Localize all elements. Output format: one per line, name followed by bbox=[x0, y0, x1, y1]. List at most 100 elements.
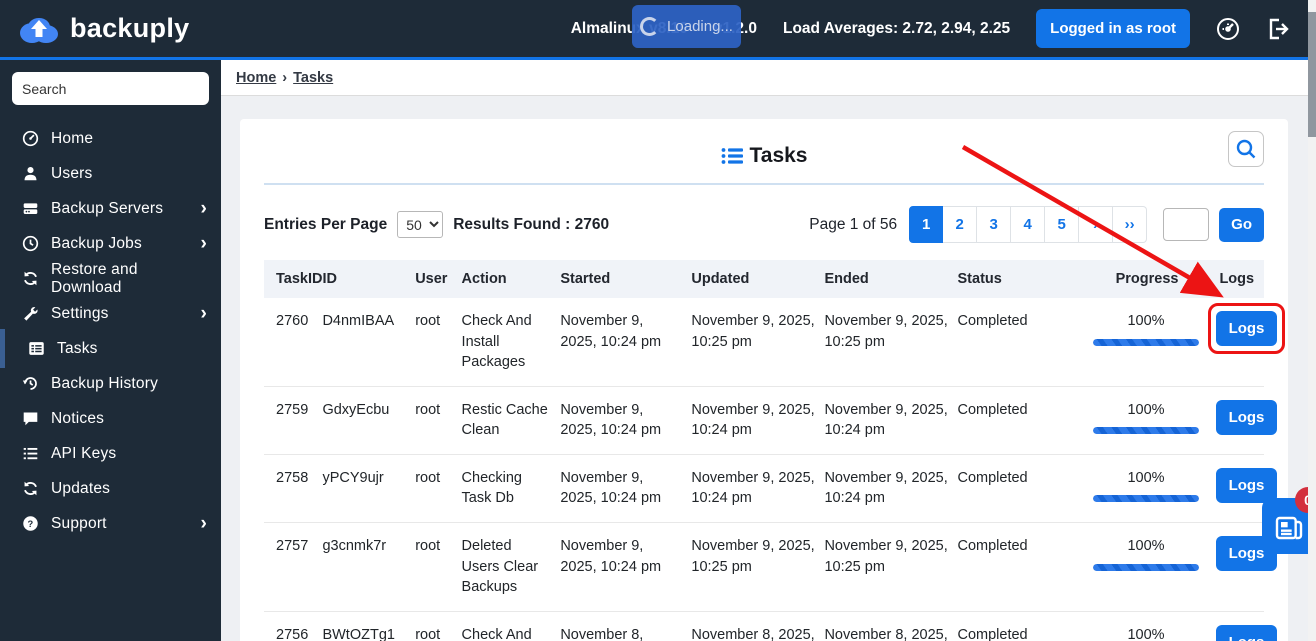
column-header-id: ID bbox=[322, 260, 416, 298]
cell-status: Completed bbox=[957, 626, 1028, 641]
pagination-page-3[interactable]: 3 bbox=[977, 206, 1012, 243]
header-divider bbox=[264, 183, 1264, 185]
scrollbar-thumb[interactable] bbox=[1308, 12, 1316, 137]
sidebar-item-label: Restore and Download bbox=[51, 260, 138, 296]
sidebar-item-label: Notices bbox=[51, 409, 105, 427]
cell-action: Deleted Users Clear Backups bbox=[461, 522, 561, 612]
column-header-status: Status bbox=[957, 260, 1085, 298]
cell-id: g3cnmk7r bbox=[322, 522, 416, 612]
logged-in-button[interactable]: Logged in as root bbox=[1036, 9, 1190, 48]
sidebar-item-backup-history[interactable]: Backup History bbox=[0, 366, 221, 401]
sidebar-item-label: Updates bbox=[51, 479, 111, 497]
cell-action: Check And Install Packages bbox=[461, 626, 532, 641]
results-found-label: Results Found : 2760 bbox=[453, 215, 610, 233]
sidebar-item-backup-jobs[interactable]: Backup Jobs › bbox=[0, 226, 221, 261]
sidebar-item-support[interactable]: ? Support › bbox=[0, 506, 221, 541]
progress-bar-fill bbox=[1093, 495, 1200, 503]
sidebar-item-tasks[interactable]: Tasks bbox=[0, 329, 221, 368]
column-header-progress: Progress bbox=[1084, 260, 1216, 298]
cell-ended: November 9, 2025, 10:25 pm bbox=[824, 298, 958, 387]
go-button[interactable]: Go bbox=[1219, 207, 1264, 242]
sidebar-item-api-keys[interactable]: API Keys bbox=[0, 436, 221, 471]
sidebar: Home Users Backup Servers › Backup Jobs › Rest… bbox=[0, 60, 221, 641]
cell-started: November 9, 2025, 10:24 pm bbox=[560, 522, 692, 612]
column-header-user: User bbox=[415, 260, 462, 298]
cell-action: Check And Install Packages bbox=[461, 298, 561, 387]
cell-status: Completed bbox=[957, 454, 1085, 524]
sidebar-item-label: API Keys bbox=[51, 444, 117, 462]
sidebar-item-label: Support bbox=[51, 514, 107, 532]
top-navbar: backuply Almalinux v8.10 v1.2.0 Load Ave… bbox=[0, 0, 1316, 60]
cell-action: Checking Task Db bbox=[461, 454, 561, 524]
cell-status: Completed bbox=[957, 386, 1085, 455]
sidebar-item-updates[interactable]: Updates bbox=[0, 471, 221, 506]
progress-percent: 100% bbox=[1127, 538, 1165, 555]
clock-icon bbox=[22, 235, 39, 252]
sidebar-item-users[interactable]: Users bbox=[0, 156, 221, 191]
sidebar-item-label: Settings bbox=[51, 304, 109, 322]
sidebar-item-notices[interactable]: Notices bbox=[0, 401, 221, 436]
pagination-page-5[interactable]: 5 bbox=[1045, 206, 1080, 243]
cell-progress: 100% bbox=[1084, 522, 1216, 612]
main-content: Home › Tasks Tasks Entries Per Page 50 R… bbox=[221, 60, 1316, 641]
search-input[interactable] bbox=[12, 72, 209, 105]
table-header-row: TaskID ID User Action Started Updated Ended Sta… bbox=[264, 260, 1264, 298]
pagination: Page 1 of 56 1 2 3 4 5 › ›› Go bbox=[809, 206, 1264, 243]
logs-button[interactable]: Logs bbox=[1207, 303, 1286, 354]
cell-status: Completed bbox=[957, 522, 1085, 612]
column-header-started: Started bbox=[560, 260, 692, 298]
backuply-logo-icon bbox=[16, 13, 62, 45]
server-icon bbox=[22, 200, 39, 217]
table-search-button[interactable] bbox=[1228, 131, 1264, 167]
pagination-page-1[interactable]: 1 bbox=[909, 206, 944, 243]
cell-id: BWtOZTg1 bbox=[322, 626, 395, 641]
logs-button[interactable]: Logs bbox=[1215, 624, 1278, 641]
brand[interactable]: backuply bbox=[16, 13, 189, 45]
loading-toast: Loading... bbox=[632, 5, 741, 48]
cell-ended: November 9, 2025, 10:24 pm bbox=[824, 454, 958, 524]
progress-bar-fill bbox=[1093, 563, 1200, 571]
cell-started: November 9, 2025, 10:24 pm bbox=[560, 386, 692, 455]
sidebar-item-backup-servers[interactable]: Backup Servers › bbox=[0, 191, 221, 226]
spinner-icon bbox=[640, 17, 660, 36]
chevron-right-icon: › bbox=[200, 233, 207, 254]
pagination-last-button[interactable]: ›› bbox=[1113, 206, 1148, 243]
cell-status: Completed bbox=[957, 298, 1085, 387]
cell-started: November 8, 2025, 10:24 pm bbox=[560, 626, 644, 641]
tasks-card: Tasks Entries Per Page 50 Results Found … bbox=[240, 119, 1288, 641]
sidebar-item-home[interactable]: Home bbox=[0, 121, 221, 156]
breadcrumb-home-link[interactable]: Home bbox=[236, 70, 276, 86]
cell-logs: Logs bbox=[1215, 611, 1278, 641]
cell-ended: November 8, 2025, 10:25 pm bbox=[824, 626, 948, 641]
cell-task-id: 2756 bbox=[276, 626, 309, 641]
cell-progress: 100% bbox=[1084, 386, 1216, 455]
cell-progress: 100% bbox=[1084, 454, 1216, 524]
cell-ended: November 9, 2025, 10:24 pm bbox=[824, 386, 958, 455]
cell-task-id: 2760 bbox=[264, 298, 323, 387]
goto-page-input[interactable] bbox=[1163, 208, 1210, 241]
pagination-page-2[interactable]: 2 bbox=[943, 206, 978, 243]
gauge-icon[interactable] bbox=[1216, 17, 1240, 41]
cell-updated: November 9, 2025, 10:24 pm bbox=[691, 386, 825, 455]
entries-per-page-select[interactable]: 50 bbox=[397, 211, 444, 238]
pagination-page-4[interactable]: 4 bbox=[1011, 206, 1046, 243]
cell-task-id: 2757 bbox=[264, 522, 323, 612]
table-row: 2756 BWtOZTg1 root Check And Install Packag… bbox=[264, 611, 1278, 641]
tasks-icon bbox=[28, 340, 45, 357]
cell-user: root bbox=[415, 386, 462, 455]
progress-bar-fill bbox=[1093, 338, 1200, 346]
sidebar-item-restore-and-download[interactable]: Restore and Download bbox=[0, 261, 221, 296]
chevron-right-icon: › bbox=[200, 303, 207, 324]
cell-task-id: 2758 bbox=[264, 454, 323, 524]
breadcrumb-current-link[interactable]: Tasks bbox=[293, 70, 333, 86]
logout-icon[interactable] bbox=[1266, 17, 1290, 41]
progress-percent: 100% bbox=[1127, 469, 1165, 486]
column-header-taskid: TaskID bbox=[264, 260, 322, 298]
sidebar-item-label: Backup Servers bbox=[51, 199, 164, 217]
cell-logs: Logs bbox=[1215, 522, 1278, 612]
pagination-next-button[interactable]: › bbox=[1079, 206, 1114, 243]
logs-button[interactable]: Logs bbox=[1215, 399, 1278, 435]
sidebar-item-settings[interactable]: Settings › bbox=[0, 296, 221, 331]
cell-progress: 100% bbox=[1084, 298, 1216, 387]
user-icon bbox=[22, 165, 39, 182]
